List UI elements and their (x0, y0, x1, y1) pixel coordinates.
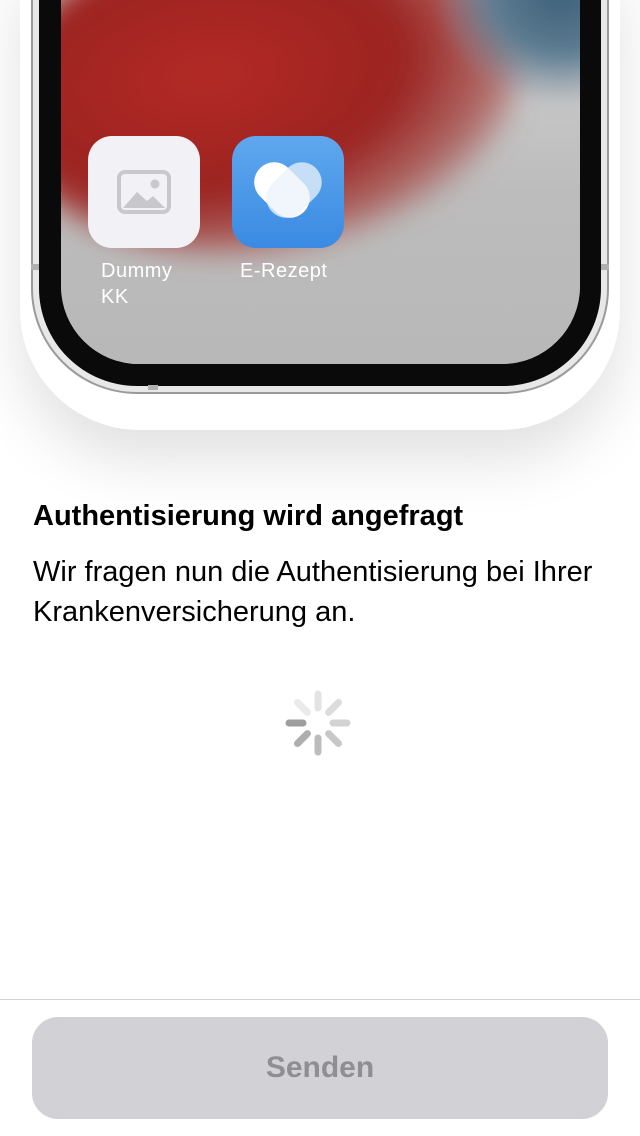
phone-side-button-right (601, 264, 609, 270)
page-title: Authentisierung wird angefragt (33, 500, 464, 532)
phone-side-button-left (31, 264, 39, 270)
screen: Dummy KK E-Rezept Authentisierung wird a… (0, 0, 640, 1136)
send-button[interactable]: Senden (32, 1017, 608, 1119)
app-e-rezept: E-Rezept (232, 136, 344, 284)
app-label-line-1: Dummy (101, 260, 173, 282)
app-label-e-rezept: E-Rezept (240, 260, 328, 282)
app-dummy-kk: Dummy KK (88, 136, 200, 310)
app-label-dummy-kk: Dummy KK (88, 258, 200, 310)
app-label-line-2: KK (101, 286, 129, 308)
image-placeholder-icon (88, 136, 200, 248)
page-description: Wir fragen nun die Authentisierung bei I… (33, 556, 593, 628)
phone-bottom-mark (148, 385, 158, 390)
footer-divider (0, 999, 640, 1000)
e-rezept-heart-icon (232, 136, 344, 248)
loading-spinner-icon (285, 690, 351, 756)
